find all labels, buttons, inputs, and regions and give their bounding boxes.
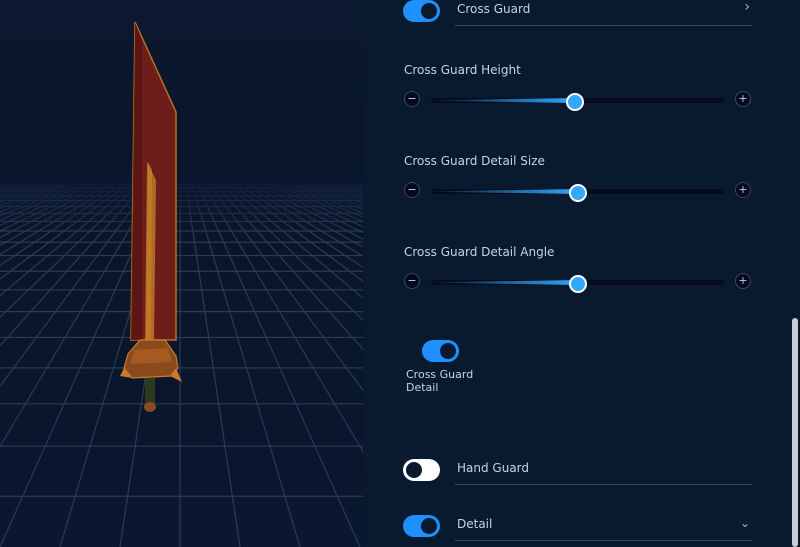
hand-guard-label: Hand Guard (457, 461, 530, 475)
toggle-knob (421, 518, 437, 534)
divider (455, 540, 752, 541)
grid-line (317, 184, 363, 199)
grid-line (323, 184, 363, 197)
cross-guard-toggle[interactable] (403, 0, 440, 22)
grid-line (215, 184, 363, 351)
hand-guard-toggle[interactable] (403, 459, 440, 481)
grid-line (311, 184, 363, 202)
cross-guard-detail-size-slider[interactable]: − + (404, 182, 751, 202)
slider-thumb[interactable] (565, 93, 584, 111)
slider-fill (431, 98, 575, 103)
increment-button[interactable]: + (735, 273, 751, 289)
increment-button[interactable]: + (735, 182, 751, 198)
floor-grid (0, 184, 363, 547)
cross-guard-detail-size-label: Cross Guard Detail Size (404, 154, 545, 168)
decrement-button[interactable]: − (404, 91, 420, 107)
slider-track[interactable] (431, 93, 724, 111)
detail-toggle[interactable] (403, 515, 440, 537)
grid-line (287, 184, 363, 214)
cross-guard-label: Cross Guard (457, 2, 531, 16)
3d-viewport[interactable] (0, 0, 363, 547)
grid-line (353, 184, 363, 188)
divider (455, 484, 752, 485)
grid-line (0, 184, 133, 297)
cross-guard-row[interactable]: Cross Guard › (403, 0, 752, 26)
cross-guard-detail-toggle[interactable] (422, 340, 459, 362)
slider-fill (431, 280, 578, 285)
grid-line (293, 184, 363, 210)
slider-fill (431, 189, 578, 194)
grid-line (233, 184, 363, 282)
cross-guard-height-slider[interactable]: − + (404, 91, 751, 111)
detail-label: Detail (457, 517, 493, 531)
grid-line (209, 184, 363, 392)
scrollbar-thumb[interactable] (792, 318, 798, 547)
chevron-right-icon[interactable]: › (744, 0, 750, 15)
grid-line (0, 184, 7, 188)
grid-line (227, 184, 363, 299)
divider (455, 25, 752, 26)
toggle-knob (440, 343, 456, 359)
toggle-knob (406, 462, 422, 478)
slider-track[interactable] (431, 184, 724, 202)
cross-guard-detail-angle-label: Cross Guard Detail Angle (404, 245, 555, 259)
grid-line (0, 184, 127, 280)
grid-line (0, 184, 121, 267)
cross-guard-height-label: Cross Guard Height (404, 63, 521, 77)
slider-thumb[interactable] (568, 275, 587, 293)
grid-line (0, 184, 43, 198)
grid-line (0, 184, 61, 206)
hand-guard-row[interactable]: Hand Guard (403, 459, 752, 485)
grid-line (0, 184, 139, 318)
chevron-down-icon[interactable]: ⌄ (740, 516, 750, 530)
slider-thumb[interactable] (568, 184, 587, 202)
toggle-knob (421, 3, 437, 19)
increment-button[interactable]: + (735, 91, 751, 107)
grid-line (191, 184, 301, 547)
grid-line (281, 184, 363, 218)
detail-row[interactable]: Detail ⌄ (403, 515, 752, 541)
slider-track[interactable] (431, 275, 724, 293)
grid-line (185, 184, 241, 547)
grid-line (257, 184, 363, 240)
cross-guard-detail-angle-slider[interactable]: − + (404, 273, 751, 293)
grid-line (0, 184, 115, 256)
decrement-button[interactable]: − (404, 273, 420, 289)
grid-line (299, 184, 363, 207)
grid-line (0, 184, 85, 221)
decrement-button[interactable]: − (404, 182, 420, 198)
scene-svg (0, 21, 363, 547)
grid-line (0, 184, 145, 347)
grid-line (0, 184, 55, 203)
grid-line (0, 184, 37, 196)
settings-panel[interactable]: Cross Guard › Cross Guard Height − + Cro… (363, 0, 800, 547)
cross-guard-detail-label: Cross Guard Detail (406, 368, 474, 394)
